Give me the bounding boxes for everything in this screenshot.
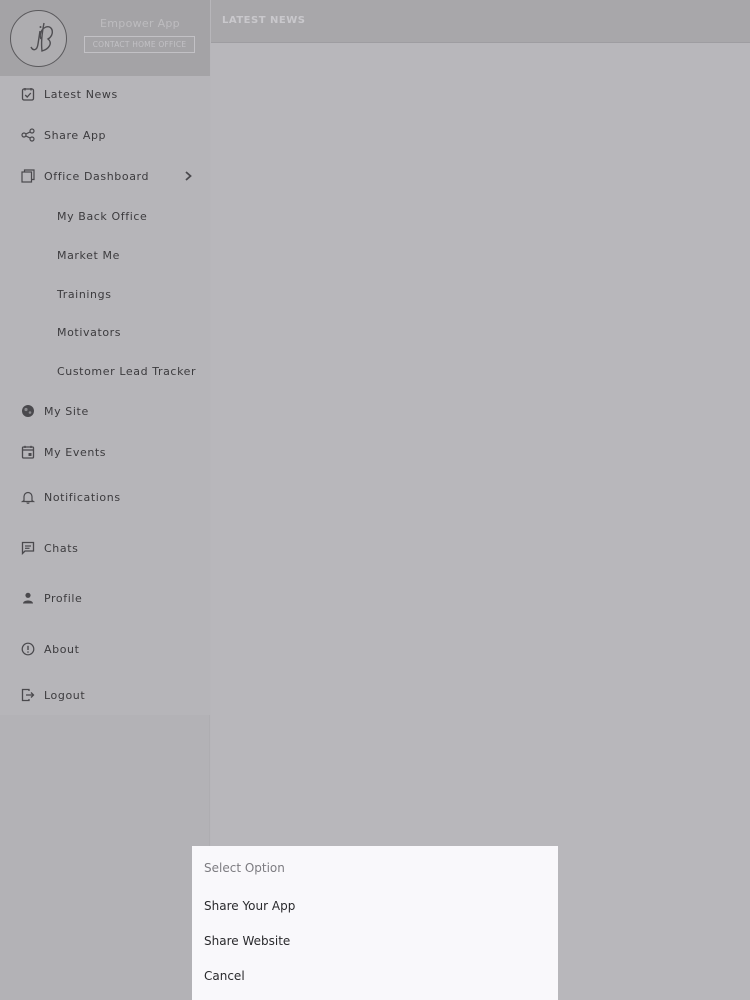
sidebar-item-profile[interactable]: Profile (0, 583, 210, 613)
sidebar-item-market-me[interactable]: Market Me (0, 240, 210, 270)
cancel-option[interactable]: Cancel (204, 969, 245, 983)
logout-icon (20, 687, 36, 703)
sidebar-item-label: Market Me (57, 248, 120, 262)
sidebar-item-my-site[interactable]: My Site (0, 396, 210, 426)
sidebar-item-label: My Events (44, 445, 107, 459)
sidebar-item-customer-lead-tracker[interactable]: Customer Lead Tracker (0, 356, 210, 386)
sidebar-item-label: Share App (44, 128, 107, 142)
bell-icon (20, 489, 36, 505)
sidebar-item-label: Trainings (57, 287, 112, 301)
sidebar-item-label: Notifications (44, 490, 121, 504)
sidebar-item-label: Customer Lead Tracker (57, 364, 197, 378)
sidebar-item-label: My Site (44, 404, 89, 418)
sidebar-item-label: Logout (44, 688, 86, 702)
top-bar: LATEST NEWS (211, 0, 750, 43)
sidebar-item-label: Chats (44, 541, 79, 555)
sidebar-item-label: About (44, 642, 80, 656)
sidebar-item-logout[interactable]: Logout (0, 680, 210, 710)
dashboard-icon (20, 168, 36, 184)
brand-logo[interactable] (10, 10, 67, 67)
share-icon (20, 127, 36, 143)
info-icon (20, 641, 36, 657)
sidebar-item-about[interactable]: About (0, 634, 210, 664)
sidebar-menu: Latest News Share App Office Dashboard M… (0, 76, 210, 715)
sidebar-item-my-events[interactable]: My Events (0, 437, 210, 467)
share-website-option[interactable]: Share Website (204, 934, 290, 948)
sidebar-item-trainings[interactable]: Trainings (0, 279, 210, 309)
news-icon (20, 86, 36, 102)
sidebar-item-latest-news[interactable]: Latest News (0, 79, 210, 109)
sidebar-item-label: Office Dashboard (44, 169, 150, 183)
page-title: LATEST NEWS (222, 15, 306, 26)
sidebar-item-label: Motivators (57, 325, 122, 339)
sidebar-header: Empower App CONTACT HOME OFFICE (0, 0, 210, 76)
calendar-icon (20, 444, 36, 460)
chevron-right-icon (182, 169, 194, 183)
sidebar-item-chats[interactable]: Chats (0, 533, 210, 563)
sidebar-item-office-dashboard[interactable]: Office Dashboard (0, 161, 210, 191)
sidebar-item-label: Latest News (44, 87, 118, 101)
action-sheet-title: Select Option (204, 861, 285, 875)
share-your-app-option[interactable]: Share Your App (204, 899, 295, 913)
sidebar-item-label: My Back Office (57, 209, 148, 223)
sidebar-item-motivators[interactable]: Motivators (0, 317, 210, 347)
sidebar-item-label: Profile (44, 591, 83, 605)
action-sheet: Select Option Share Your App Share Websi… (192, 846, 558, 1000)
globe-icon (20, 403, 36, 419)
sidebar-item-my-back-office[interactable]: My Back Office (0, 201, 210, 231)
app-name: Empower App (100, 17, 180, 30)
sidebar-item-share-app[interactable]: Share App (0, 120, 210, 150)
sidebar: Empower App CONTACT HOME OFFICE Latest N… (0, 0, 210, 1000)
person-icon (20, 590, 36, 606)
sidebar-item-notifications[interactable]: Notifications (0, 482, 210, 512)
chat-icon (20, 540, 36, 556)
contact-home-office-button[interactable]: CONTACT HOME OFFICE (84, 36, 195, 53)
